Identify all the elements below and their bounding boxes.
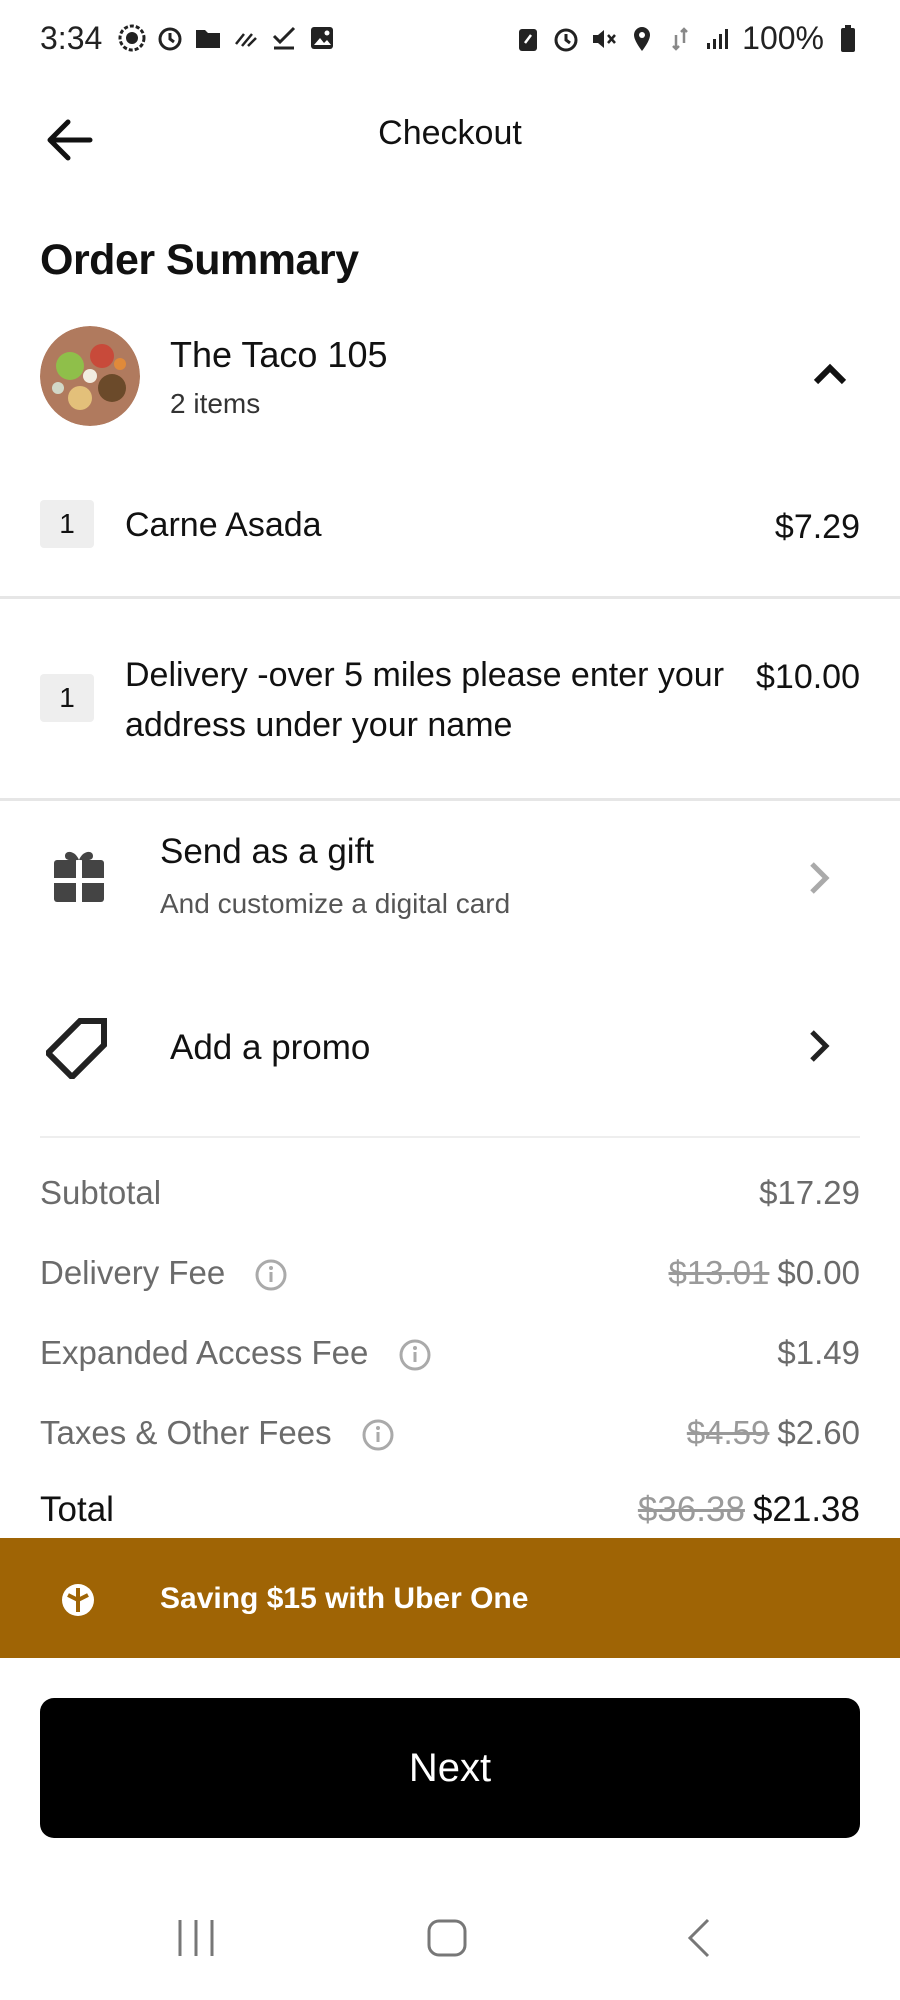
delivery-fee-row-label: Delivery Fee <box>40 1254 288 1292</box>
item-price: $10.00 <box>756 658 860 696</box>
info-icon[interactable] <box>254 1258 288 1292</box>
system-back-button[interactable] <box>684 1916 714 1960</box>
order-item: 1 Delivery -over 5 miles please enter yo… <box>0 650 900 760</box>
tag-icon <box>43 1015 110 1082</box>
delivery-fee-original: $13.01 <box>668 1254 770 1291</box>
image-icon <box>308 24 336 52</box>
gift-subtitle: And customize a digital card <box>160 888 511 919</box>
data-icon <box>666 25 694 53</box>
chevron-right-icon <box>806 1028 832 1064</box>
delivery-fee-value: $0.00 <box>777 1254 860 1291</box>
add-promo-row[interactable] <box>0 990 900 1100</box>
taxes-label: Taxes & Other Fees <box>40 1414 332 1451</box>
subtotal-label: Subtotal <box>40 1174 162 1211</box>
chevron-right-icon <box>806 860 832 896</box>
delivery-fee-label: Delivery Fee <box>40 1254 226 1291</box>
subtotal-value: $17.29 <box>759 1174 860 1211</box>
item-name: Carne Asada <box>125 506 322 544</box>
chevron-up-icon <box>813 363 847 385</box>
expanded-access-value: $1.49 <box>777 1334 860 1371</box>
taxes-value-group: $4.59 $2.60 <box>687 1414 860 1452</box>
collapse-button[interactable] <box>800 354 860 394</box>
gift-icon <box>52 846 106 904</box>
total-original: $36.38 <box>637 1490 745 1529</box>
battery-saver-icon <box>514 25 542 53</box>
page-title: Checkout <box>378 114 522 152</box>
total-value: $21.38 <box>752 1490 860 1529</box>
promo-label: Add a promo <box>170 1028 371 1067</box>
chat-icon <box>118 24 146 52</box>
battery-percent: 100% <box>742 20 824 56</box>
checkmark-icon <box>270 24 298 52</box>
uber-one-icon <box>60 1582 96 1618</box>
home-icon <box>427 1919 467 1957</box>
store-avatar <box>40 326 140 426</box>
status-time: 3:34 <box>40 20 103 56</box>
order-item: 1 Carne Asada $7.29 <box>0 500 900 570</box>
store-item-count: 2 items <box>170 388 261 419</box>
info-icon[interactable] <box>398 1338 432 1372</box>
send-as-gift-row[interactable] <box>0 800 900 960</box>
divider <box>40 1136 860 1138</box>
total-label: Total <box>40 1490 114 1529</box>
folder-icon <box>194 24 222 52</box>
info-icon[interactable] <box>361 1418 395 1452</box>
next-button[interactable]: Next <box>40 1698 860 1838</box>
battery-icon <box>834 24 862 53</box>
item-quantity: 1 <box>40 500 94 548</box>
recents-button[interactable] <box>174 1918 218 1958</box>
gift-title: Send as a gift <box>160 832 375 871</box>
store-name: The Taco 105 <box>170 334 388 375</box>
alarm-icon <box>552 25 580 53</box>
taxes-original: $4.59 <box>686 1414 770 1451</box>
divider <box>0 596 900 599</box>
mute-icon <box>590 25 618 53</box>
signal-icon <box>704 25 732 53</box>
back-chevron-icon <box>687 1918 710 1958</box>
expanded-access-label: Expanded Access Fee <box>40 1334 369 1371</box>
status-bar: 3:34 100% <box>0 0 900 80</box>
home-button[interactable] <box>426 1918 468 1958</box>
signal-lines-icon <box>232 24 260 52</box>
alarm-icon <box>156 24 184 52</box>
location-icon <box>628 25 656 53</box>
taxes-value: $2.60 <box>777 1414 860 1451</box>
status-icons-left <box>118 24 336 52</box>
item-quantity: 1 <box>40 674 94 722</box>
recents-icon <box>178 1920 214 1956</box>
item-name: Delivery -over 5 miles please enter your… <box>125 656 725 744</box>
uber-one-text: Saving $15 with Uber One <box>160 1582 529 1615</box>
status-icons-right: 100% <box>514 20 862 57</box>
delivery-fee-value-group: $13.01 $0.00 <box>668 1254 860 1292</box>
item-price: $7.29 <box>774 508 860 546</box>
taxes-row-label: Taxes & Other Fees <box>40 1414 395 1452</box>
total-value-group: $36.38 $21.38 <box>638 1490 860 1530</box>
expanded-access-row-label: Expanded Access Fee <box>40 1334 432 1372</box>
order-summary-title: Order Summary <box>40 236 359 284</box>
